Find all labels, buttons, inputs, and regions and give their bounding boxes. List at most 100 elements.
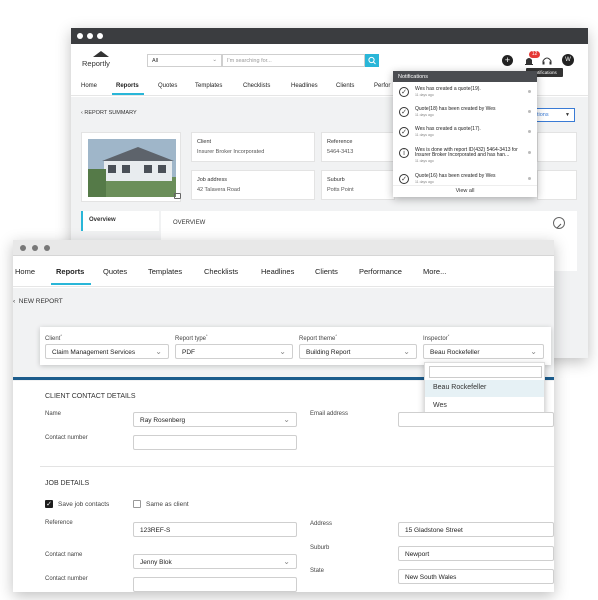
caret-down-icon: ▼ — [565, 112, 570, 118]
search-input[interactable]: I'm searching for... — [222, 54, 365, 67]
pencil-icon — [556, 223, 562, 229]
job-contact-number-input[interactable] — [133, 577, 297, 592]
nav-performance[interactable]: Performance — [359, 267, 402, 276]
inspector-option[interactable]: Beau Rockefeller — [425, 380, 544, 397]
suburb-label: Suburb — [327, 177, 345, 183]
nav-headlines[interactable]: Headlines — [261, 267, 294, 276]
address-input[interactable]: 15 Gladstone Street — [398, 522, 554, 537]
report-setup-panel: Client* Claim Management Services ⌄ Repor… — [40, 327, 551, 365]
view-all-link[interactable]: View all — [393, 185, 537, 197]
headset-icon[interactable] — [541, 54, 553, 66]
front-breadcrumb[interactable]: ‹ NEW REPORT — [13, 298, 63, 305]
property-photo-card — [81, 132, 181, 202]
report-theme-select-value: Building Report — [306, 349, 351, 356]
nav-clients[interactable]: Clients — [315, 267, 338, 276]
save-job-contacts-checkbox[interactable]: ✓ — [45, 500, 53, 508]
nav-reports[interactable]: Reports — [116, 83, 139, 89]
notification-text: Quote(18) has been created by Wes — [415, 106, 496, 112]
check-circle-icon: ✓ — [399, 174, 409, 184]
breadcrumb-text: REPORT SUMMARY — [84, 110, 137, 116]
window-dot[interactable] — [97, 33, 103, 39]
contact-number-input[interactable] — [133, 435, 297, 450]
reference-label: Reference — [45, 520, 73, 526]
job-contact-name-select[interactable]: Jenny Blok ⌄ — [133, 554, 297, 569]
camera-icon[interactable] — [174, 193, 181, 199]
email-input[interactable] — [398, 412, 554, 427]
client-select-value: Claim Management Services — [52, 349, 136, 356]
chevron-down-icon: ⌄ — [279, 347, 286, 356]
actions-label: tions — [537, 112, 549, 118]
report-type-field-label: Report type* — [175, 333, 208, 342]
report-theme-field-label: Report theme* — [299, 333, 337, 342]
notification-badge: 12 — [529, 51, 540, 58]
back-breadcrumb[interactable]: ‹ REPORT SUMMARY — [81, 110, 137, 116]
nav-reports[interactable]: Reports — [56, 267, 84, 276]
address-label: Address — [310, 521, 333, 527]
job-contact-number-label: Contact number — [45, 576, 88, 582]
address-input-value: 15 Gladstone Street — [405, 527, 463, 534]
notifications-panel: Notifications ✓ Wes has created a quote(… — [393, 71, 537, 197]
nav-performance[interactable]: Perfor — [374, 83, 390, 89]
window-dot[interactable] — [77, 33, 83, 39]
search-filter[interactable]: All ⌄ — [147, 54, 222, 67]
contact-name-select[interactable]: Ray Rosenberg ⌄ — [133, 412, 297, 427]
window-dot[interactable] — [44, 245, 50, 251]
nav-clients[interactable]: Clients — [336, 83, 354, 89]
reference-input[interactable]: 123REF-S — [133, 522, 297, 537]
inspector-search-input[interactable] — [429, 366, 542, 378]
check-circle-icon: ✓ — [399, 87, 409, 97]
nav-home[interactable]: Home — [81, 83, 97, 89]
sidebar-overview-label: Overview — [89, 217, 116, 223]
report-type-select[interactable]: PDF ⌄ — [175, 344, 293, 359]
inspector-select[interactable]: Beau Rockefeller ⌄ — [423, 344, 544, 359]
suburb-input[interactable]: Newport — [398, 546, 554, 561]
check-circle-icon: ✓ — [399, 107, 409, 117]
reference-label: Reference — [327, 139, 353, 145]
report-theme-select[interactable]: Building Report ⌄ — [299, 344, 417, 359]
front-titlebar — [13, 240, 554, 256]
notification-item[interactable]: ✓ Wes has created a quote(19). 11 days a… — [393, 84, 537, 104]
unread-dot — [528, 130, 531, 133]
search-icon — [368, 56, 376, 65]
nav-active-indicator — [112, 93, 144, 95]
window-dot[interactable] — [32, 245, 38, 251]
window-dot[interactable] — [87, 33, 93, 39]
client-field-label: Client* — [45, 333, 62, 342]
nav-home[interactable]: Home — [15, 267, 35, 276]
suburb-value: Potts Point — [327, 187, 354, 193]
nav-checklists[interactable]: Checklists — [204, 267, 238, 276]
client-select[interactable]: Claim Management Services ⌄ — [45, 344, 169, 359]
notification-item[interactable]: ✓ Wes has created a quote(17). 11 days a… — [393, 124, 537, 144]
nav-headlines[interactable]: Headlines — [291, 83, 318, 89]
sidebar-item-overview[interactable]: Overview — [81, 211, 159, 231]
notification-item[interactable]: ✓ Quote(18) has been created by Wes 11 d… — [393, 104, 537, 124]
overview-title: OVERVIEW — [173, 220, 206, 226]
property-photo[interactable] — [88, 139, 176, 197]
logo[interactable]: Reportly — [79, 50, 119, 70]
notification-text: Wes has created a quote(19). — [415, 86, 481, 92]
same-as-client-checkbox[interactable] — [133, 500, 141, 508]
notification-text: Wes has created a quote(17). — [415, 126, 481, 132]
notification-text: Quote(16) has been created by Wes — [415, 173, 496, 179]
job-address-value: 42 Talavera Road — [197, 187, 241, 193]
suburb-label: Suburb — [310, 545, 330, 551]
nav-quotes[interactable]: Quotes — [103, 267, 127, 276]
nav-templates[interactable]: Templates — [148, 267, 182, 276]
logo-text: Reportly — [82, 59, 110, 68]
search-button[interactable] — [365, 54, 379, 67]
add-button[interactable]: + — [502, 55, 513, 66]
edit-button[interactable] — [553, 217, 565, 229]
avatar[interactable]: W — [562, 54, 574, 66]
search-filter-value: All — [152, 58, 159, 64]
nav-quotes[interactable]: Quotes — [158, 83, 177, 89]
nav-more[interactable]: More... — [423, 267, 446, 276]
window-dot[interactable] — [20, 245, 26, 251]
state-input-value: New South Wales — [405, 574, 457, 581]
state-input[interactable]: New South Wales — [398, 569, 554, 584]
actions-dropdown[interactable]: tions ▼ — [532, 108, 575, 122]
notification-item[interactable]: i Wes is done with report ID(432) 5464-3… — [393, 145, 537, 171]
chevron-left-icon: ‹ — [13, 298, 16, 305]
back-titlebar — [71, 28, 588, 44]
nav-checklists[interactable]: Checklists — [243, 83, 270, 89]
nav-templates[interactable]: Templates — [195, 83, 222, 89]
